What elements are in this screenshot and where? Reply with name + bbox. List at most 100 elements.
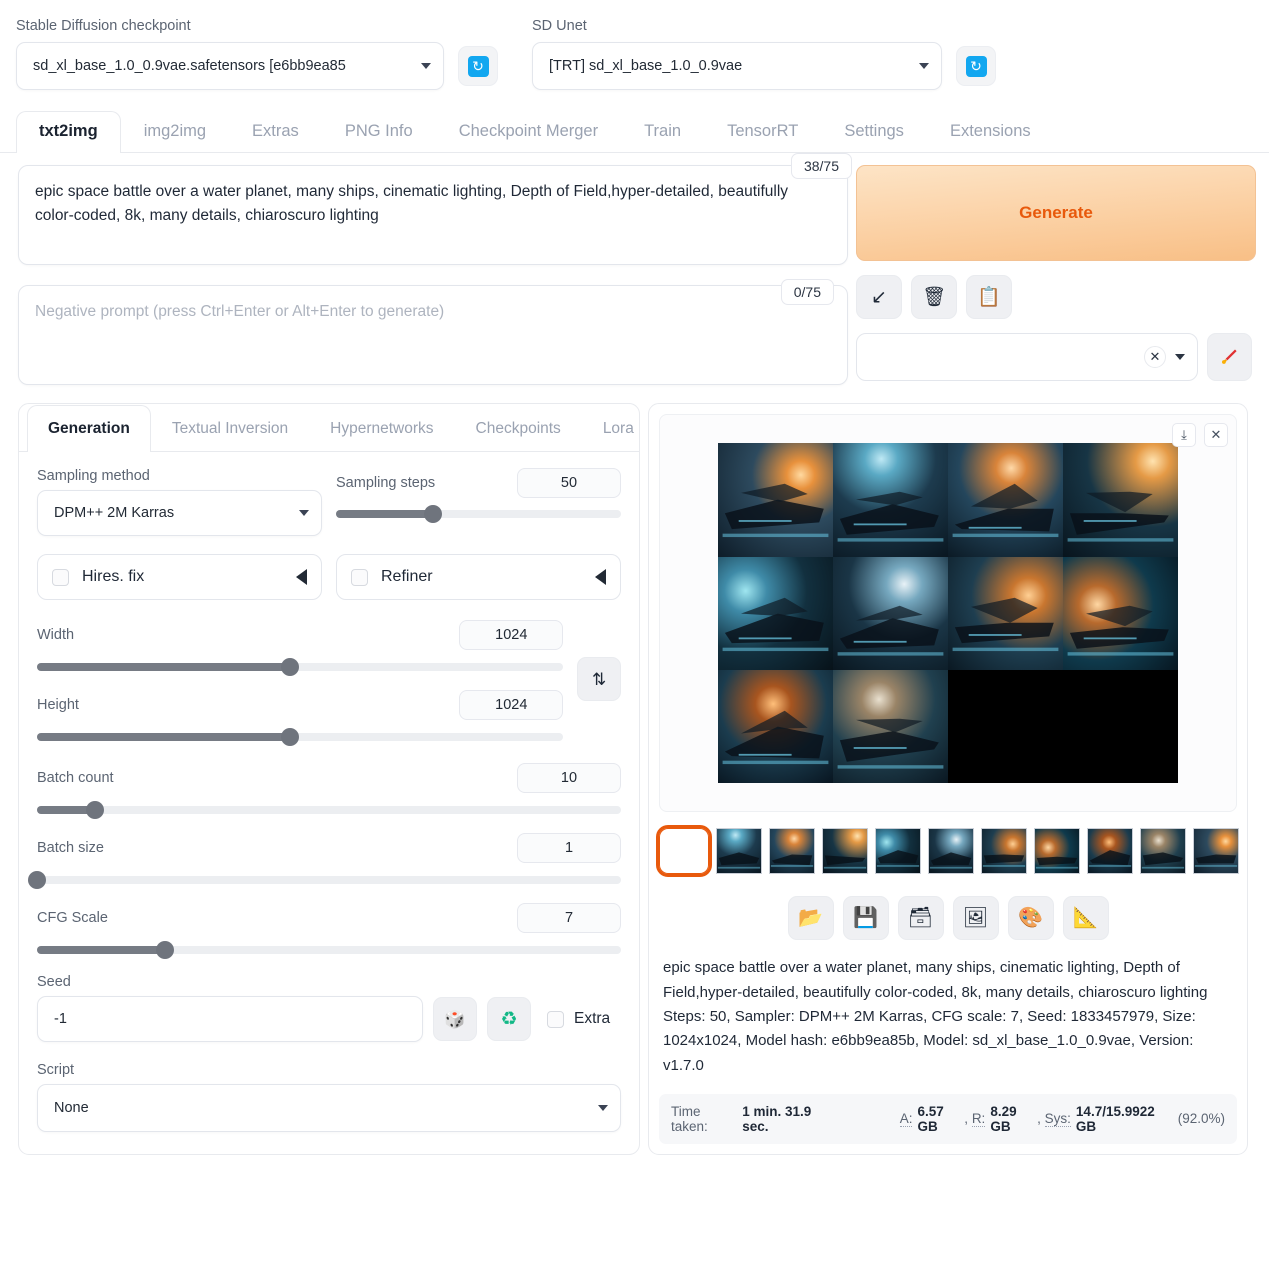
- refiner-checkbox[interactable]: [351, 568, 368, 586]
- open-folder-button[interactable]: 📂: [787, 896, 834, 941]
- sampling-method-label: Sampling method: [37, 468, 150, 485]
- batch-size-value[interactable]: 1: [517, 833, 621, 864]
- ship-silhouette-icon: [1067, 605, 1174, 656]
- height-value[interactable]: 1024: [459, 690, 564, 721]
- cfg-scale-value[interactable]: 7: [517, 903, 621, 934]
- main-tab-png-info[interactable]: PNG Info: [322, 111, 436, 153]
- gallery-thumbnail[interactable]: [1140, 828, 1186, 875]
- batch-count-value[interactable]: 10: [517, 763, 621, 794]
- sampling-steps-value[interactable]: 50: [517, 468, 621, 499]
- styles-dropdown[interactable]: ✕: [856, 333, 1198, 382]
- gallery-cell[interactable]: [1063, 556, 1178, 671]
- hires-fix-accordion[interactable]: Hires. fix: [37, 554, 322, 601]
- refresh-unet-button[interactable]: ↻: [956, 46, 996, 87]
- clipboard-button[interactable]: 📋: [966, 275, 1012, 320]
- main-tab-tensorrt[interactable]: TensorRT: [704, 111, 821, 153]
- chevron-down-icon: [919, 63, 929, 70]
- sub-tab-checkpoints[interactable]: Checkpoints: [455, 405, 582, 452]
- width-slider[interactable]: [37, 658, 564, 677]
- gallery-thumbnail[interactable]: [1087, 828, 1133, 875]
- gallery-cell[interactable]: [948, 556, 1063, 671]
- time-taken-value: 1 min. 31.9 sec.: [742, 1103, 812, 1134]
- ship-silhouette-icon: [952, 484, 1059, 538]
- sampling-method-dropdown[interactable]: DPM++ 2M Karras: [37, 490, 322, 537]
- main-tab-checkpoint-merger[interactable]: Checkpoint Merger: [436, 111, 621, 153]
- gallery-cell[interactable]: [718, 443, 833, 557]
- width-value[interactable]: 1024: [459, 620, 564, 651]
- save-zip-button[interactable]: 🗃: [897, 896, 944, 941]
- send-to-inpaint-icon: 🎨: [1018, 907, 1043, 930]
- gallery-cell[interactable]: [948, 443, 1063, 557]
- main-tab-txt2img[interactable]: txt2img: [16, 111, 121, 154]
- send-to-inpaint-button[interactable]: 🎨: [1007, 896, 1054, 941]
- download-image-button[interactable]: ⤓: [1172, 423, 1196, 448]
- save-button[interactable]: 💾: [842, 896, 889, 941]
- ship-silhouette-icon: [1035, 857, 1079, 869]
- send-to-img2img-button[interactable]: 🖼: [952, 896, 999, 941]
- gallery-thumbnail[interactable]: [875, 828, 921, 875]
- thumbnail-strip[interactable]: [649, 822, 1247, 882]
- ship-silhouette-icon: [1194, 854, 1238, 868]
- main-tab-train[interactable]: Train: [621, 111, 704, 153]
- chevron-left-icon[interactable]: [595, 569, 606, 586]
- height-slider[interactable]: [37, 728, 564, 747]
- seed-label: Seed: [37, 974, 71, 991]
- generation-info-params: Steps: 50, Sampler: DPM++ 2M Karras, CFG…: [663, 1007, 1196, 1074]
- sub-tab-textual-inversion[interactable]: Textual Inversion: [151, 405, 309, 452]
- refiner-accordion[interactable]: Refiner: [336, 554, 621, 601]
- arrow-down-left-button[interactable]: ↙: [856, 275, 902, 320]
- checkpoint-dropdown[interactable]: sd_xl_base_1.0_0.9vae.safetensors [e6bb9…: [16, 42, 444, 91]
- gallery-cell[interactable]: [833, 670, 948, 784]
- main-tab-extensions[interactable]: Extensions: [927, 111, 1054, 153]
- chevron-left-icon[interactable]: [296, 569, 307, 586]
- extra-seed-checkbox[interactable]: [547, 1010, 564, 1028]
- gallery-thumbnail[interactable]: [822, 828, 868, 875]
- generation-sub-tab-bar: Generation Textual Inversion Hypernetworks…: [19, 404, 639, 453]
- sub-tab-lora[interactable]: Lora: [582, 405, 655, 452]
- script-dropdown[interactable]: None: [37, 1084, 621, 1133]
- gallery-thumbnail[interactable]: [1193, 828, 1239, 875]
- gallery-thumbnail[interactable]: [1034, 828, 1080, 875]
- close-gallery-button[interactable]: ✕: [1204, 423, 1228, 448]
- random-seed-button[interactable]: 🎲: [433, 997, 477, 1042]
- gallery-thumbnail[interactable]: [656, 825, 712, 878]
- gallery-thumbnail[interactable]: [716, 828, 762, 875]
- edit-styles-button[interactable]: [1206, 333, 1252, 382]
- mem-active-value: 6.57 GB: [917, 1103, 944, 1134]
- reuse-seed-button[interactable]: ♻: [487, 997, 531, 1042]
- gallery-cell[interactable]: [833, 556, 948, 671]
- gallery-thumbnail[interactable]: [981, 828, 1027, 875]
- sub-tab-hypernetworks[interactable]: Hypernetworks: [309, 405, 454, 452]
- gallery-cell[interactable]: [718, 556, 833, 671]
- clear-styles-icon[interactable]: ✕: [1143, 346, 1166, 369]
- send-to-extras-button[interactable]: 📐: [1062, 896, 1109, 941]
- main-tab-img2img[interactable]: img2img: [121, 111, 229, 153]
- positive-prompt-input[interactable]: epic space battle over a water planet, m…: [18, 165, 848, 266]
- negative-prompt-input[interactable]: Negative prompt (press Ctrl+Enter or Alt…: [18, 285, 848, 386]
- sub-tab-generation[interactable]: Generation: [27, 405, 151, 453]
- gallery-cell[interactable]: [1063, 443, 1178, 557]
- gallery-thumbnail[interactable]: [928, 828, 974, 875]
- sampling-steps-slider[interactable]: [336, 505, 621, 524]
- generate-button[interactable]: Generate: [856, 165, 1256, 262]
- swap-dimensions-button[interactable]: ⇅: [577, 657, 621, 702]
- gallery-cell[interactable]: [833, 443, 948, 557]
- refresh-checkpoint-button[interactable]: ↻: [458, 46, 498, 87]
- trash-button[interactable]: 🗑: [911, 275, 957, 320]
- prompt-area: 38/75 epic space battle over a water pla…: [0, 153, 1269, 386]
- batch-size-slider[interactable]: [28, 871, 621, 890]
- seed-input[interactable]: -1: [37, 996, 423, 1043]
- ship-silhouette-icon: [770, 854, 814, 868]
- gallery-cell[interactable]: [718, 670, 833, 784]
- result-image-grid[interactable]: [718, 443, 1178, 784]
- script-value: None: [54, 1100, 89, 1117]
- main-tab-extras[interactable]: Extras: [229, 111, 322, 153]
- cfg-scale-slider[interactable]: [37, 941, 621, 960]
- sampling-method-field: Sampling method DPM++ 2M Karras: [37, 468, 322, 537]
- send-to-extras-icon: 📐: [1073, 907, 1098, 930]
- main-tab-settings[interactable]: Settings: [821, 111, 927, 153]
- hires-fix-checkbox[interactable]: [52, 568, 69, 586]
- batch-count-slider[interactable]: [37, 801, 621, 820]
- unet-dropdown[interactable]: [TRT] sd_xl_base_1.0_0.9vae: [532, 42, 942, 91]
- gallery-thumbnail[interactable]: [769, 828, 815, 875]
